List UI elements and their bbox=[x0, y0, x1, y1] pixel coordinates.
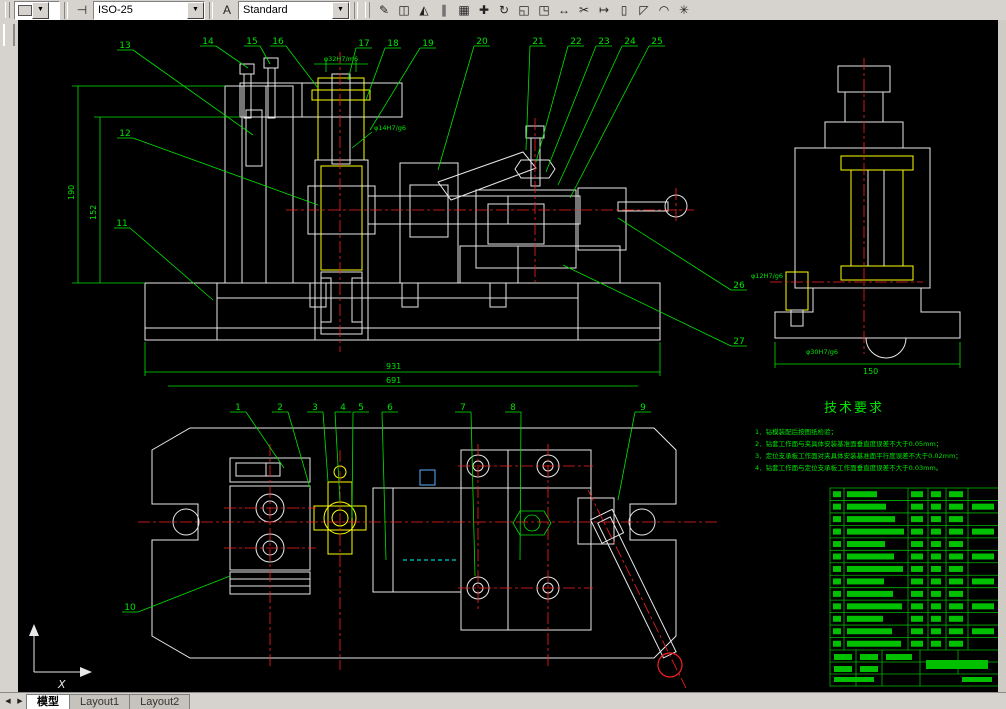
chamfer-icon[interactable]: ◸ bbox=[634, 1, 654, 19]
callout-22: 22 bbox=[570, 37, 581, 47]
callout-19: 19 bbox=[422, 39, 434, 49]
callout-2: 2 bbox=[277, 403, 283, 413]
dim-style-icon[interactable]: ⊣ bbox=[72, 1, 92, 19]
explode-icon[interactable]: ✳ bbox=[674, 1, 694, 19]
layout-tabbar: ◀ ▶ 模型 Layout1 Layout2 bbox=[0, 692, 1006, 709]
callout-15: 15 bbox=[246, 37, 257, 47]
vertical-scrollbar[interactable] bbox=[997, 20, 1006, 693]
callout-12: 12 bbox=[119, 129, 130, 139]
tab-layout1-label: Layout1 bbox=[80, 696, 120, 708]
callout-26: 26 bbox=[733, 281, 745, 291]
dim-inner-width: 691 bbox=[386, 376, 401, 385]
fillet-icon[interactable]: ◠ bbox=[654, 1, 674, 19]
callout-8: 8 bbox=[510, 403, 516, 413]
part-callouts: 1 2 3 4 5 6 7 8 910111213 14 15 16 17 18 19 20 21 22 23 24 2… bbox=[114, 37, 747, 613]
move-icon[interactable]: ✚ bbox=[474, 1, 494, 19]
callout-25: 25 bbox=[651, 37, 662, 47]
fit-side-bore-label: φ30H7/g6 bbox=[806, 348, 838, 356]
callout-11: 11 bbox=[116, 219, 127, 229]
swatch-icon bbox=[18, 4, 32, 16]
scale-icon[interactable]: ◱ bbox=[514, 1, 534, 19]
fit-side-pin-label: φ12H7/g6 bbox=[751, 272, 783, 280]
callout-27: 27 bbox=[733, 337, 744, 347]
mini-combo[interactable]: ▼ bbox=[14, 0, 60, 20]
dim-side-width: 150 bbox=[863, 367, 878, 376]
dim-total-width: 931 bbox=[386, 362, 401, 371]
offset-icon[interactable]: ∥ bbox=[434, 1, 454, 19]
top-toolbar: ▼ ⊣ ISO-25 ▼ A Standard ▼ ✎ ◫ ◭ ∥ ▦ ✚ ↻ ◱ ◳ ↔ ✂ ↦ ▯ ◸… bbox=[0, 0, 1006, 21]
callout-20: 20 bbox=[476, 37, 488, 47]
callout-4: 4 bbox=[340, 403, 346, 413]
modify-toolbar: ✎ ◫ ◭ ∥ ▦ ✚ ↻ ◱ ◳ ↔ ✂ ↦ ▯ ◸ ◠ ✳ bbox=[374, 1, 694, 19]
dim-left-inner: 152 bbox=[89, 205, 98, 220]
ucs-icon: X bbox=[29, 624, 92, 691]
tab-layout1[interactable]: Layout1 bbox=[69, 694, 131, 709]
callout-6: 6 bbox=[387, 403, 393, 413]
callout-7: 7 bbox=[460, 403, 466, 413]
toolbar-grip[interactable] bbox=[3, 24, 15, 46]
extend-icon[interactable]: ↦ bbox=[594, 1, 614, 19]
erase-icon[interactable]: ✎ bbox=[374, 1, 394, 19]
text-style-icon[interactable]: A bbox=[217, 1, 237, 19]
text-style-combo[interactable]: Standard ▼ bbox=[238, 0, 350, 20]
toolbar-separator bbox=[64, 1, 68, 19]
trim-icon[interactable]: ✂ bbox=[574, 1, 594, 19]
front-section-view bbox=[144, 57, 688, 341]
toolbar-separator bbox=[209, 1, 213, 19]
tech-req-item: 2．钻套工作面与夹具体安装基准面垂直度误差不大于0.05mm； bbox=[755, 439, 942, 448]
callout-17: 17 bbox=[358, 39, 369, 49]
tech-req-item: 4．钻套工作面与定位支承板工作面垂直度误差不大于0.03mm。 bbox=[755, 463, 942, 472]
dim-left-outer: 190 bbox=[67, 185, 76, 200]
chevron-down-icon[interactable]: ▼ bbox=[187, 1, 204, 19]
technical-requirements: 技术要求 1．钻模装配后按图纸检验； 2．钻套工作面与夹具体安装基准面垂直度误差… bbox=[755, 401, 962, 472]
callout-13: 13 bbox=[119, 41, 130, 51]
callout-9: 9 bbox=[640, 403, 646, 413]
tech-req-title: 技术要求 bbox=[824, 401, 884, 416]
lengthen-icon[interactable]: ↔ bbox=[554, 1, 574, 19]
toolbar-grip[interactable] bbox=[365, 2, 370, 18]
ucs-x-label: X bbox=[57, 678, 66, 691]
callout-23: 23 bbox=[598, 37, 609, 47]
tab-scroll-right-icon[interactable]: ▶ bbox=[14, 695, 26, 709]
tab-model-label: 模型 bbox=[37, 696, 59, 708]
chevron-down-icon[interactable]: ▼ bbox=[32, 1, 49, 19]
callout-1: 1 bbox=[235, 403, 241, 413]
copy-icon[interactable]: ◫ bbox=[394, 1, 414, 19]
callout-24: 24 bbox=[624, 37, 636, 47]
tech-req-item: 1．钻模装配后按图纸检验； bbox=[755, 427, 837, 436]
callout-10: 10 bbox=[124, 603, 136, 613]
side-view: 150 φ12H7/g6 φ30H7/g6 bbox=[751, 58, 961, 376]
toolbar-grip[interactable] bbox=[5, 2, 10, 18]
drawing-canvas[interactable]: 931 691 190 152 φ32H7/m6 φ14H7/g6 150 φ1… bbox=[18, 20, 998, 693]
cad-application-window: { "toolbar": { "dim_style": { "value": "… bbox=[0, 0, 1006, 709]
callout-21: 21 bbox=[532, 37, 543, 47]
tab-layout2-label: Layout2 bbox=[140, 696, 180, 708]
tech-req-item: 3．定位支承板工作面对夹具体安装基准面平行度误差不大于0.02mm； bbox=[755, 451, 962, 460]
callout-3: 3 bbox=[312, 403, 318, 413]
bom-table bbox=[829, 487, 998, 687]
fit-bushing-label: φ14H7/g6 bbox=[374, 124, 406, 132]
plan-view bbox=[151, 427, 683, 678]
mirror-icon[interactable]: ◭ bbox=[414, 1, 434, 19]
stretch-icon[interactable]: ◳ bbox=[534, 1, 554, 19]
dim-style-combo[interactable]: ISO-25 ▼ bbox=[93, 0, 205, 20]
tab-scroll-left-icon[interactable]: ◀ bbox=[2, 695, 14, 709]
left-toolbar-strip bbox=[0, 20, 19, 693]
dim-style-value: ISO-25 bbox=[98, 4, 133, 16]
break-icon[interactable]: ▯ bbox=[614, 1, 634, 19]
tab-model[interactable]: 模型 bbox=[26, 694, 70, 709]
chevron-down-icon[interactable]: ▼ bbox=[332, 1, 349, 19]
tab-layout2[interactable]: Layout2 bbox=[129, 694, 191, 709]
array-icon[interactable]: ▦ bbox=[454, 1, 474, 19]
callout-18: 18 bbox=[387, 39, 399, 49]
callout-14: 14 bbox=[202, 37, 214, 47]
text-style-value: Standard bbox=[243, 4, 288, 16]
callout-16: 16 bbox=[272, 37, 284, 47]
rotate-icon[interactable]: ↻ bbox=[494, 1, 514, 19]
toolbar-separator bbox=[354, 1, 358, 19]
centerlines-plan bbox=[138, 444, 718, 689]
callout-5: 5 bbox=[358, 403, 364, 413]
